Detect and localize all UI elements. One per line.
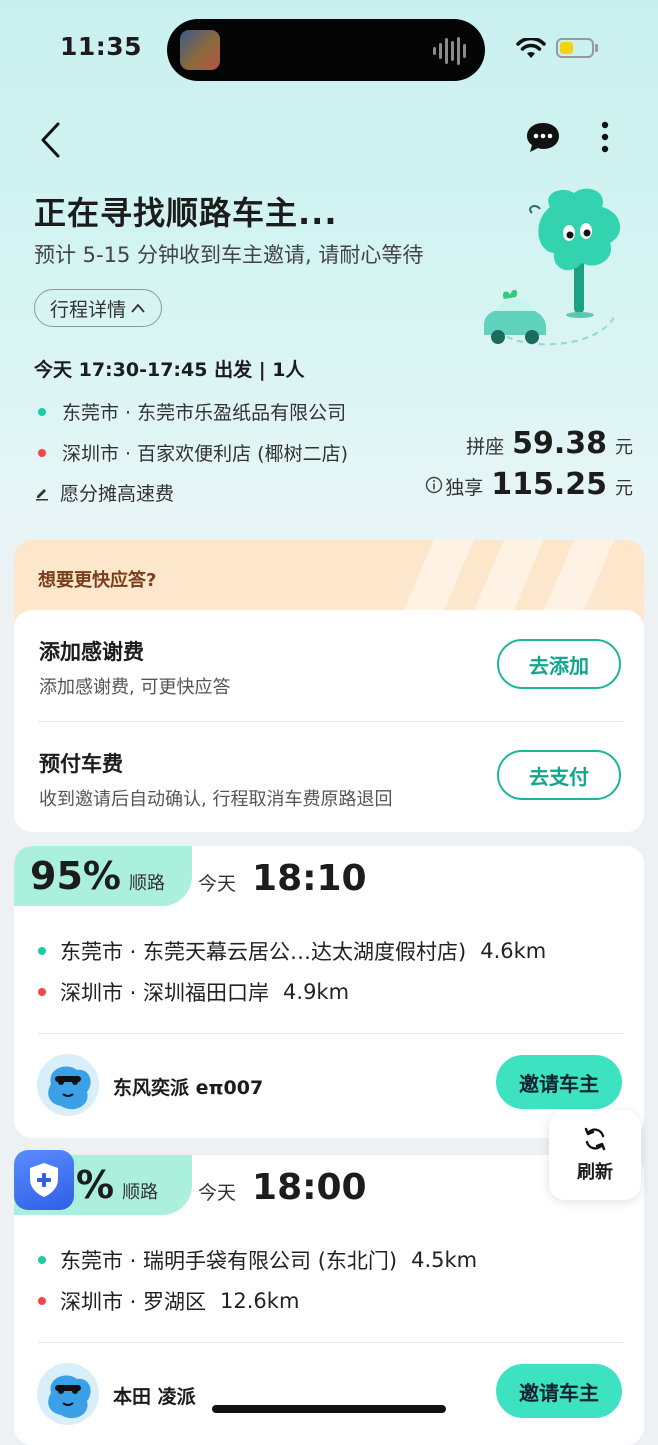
chevron-up-icon xyxy=(131,303,145,313)
exclusive-price-unit: 元 xyxy=(615,478,633,499)
trip-origin: 东莞市 · 东莞天幕云居公…达太湖度假村店) 4.6km xyxy=(38,936,546,966)
destination-dot-icon xyxy=(38,988,46,996)
trip-day: 今天 xyxy=(198,873,237,895)
trip-origin-distance: 4.6km xyxy=(480,939,547,963)
exclusive-price-row[interactable]: 独享 115.25 元 xyxy=(425,467,633,502)
trip-origin-text: 东莞市 · 东莞天幕云居公…达太湖度假村店) xyxy=(60,940,467,964)
faster-response-card: 想要更快应答? 添加感谢费 添加感谢费, 可更快应答 去添加 预付车费 收到邀请… xyxy=(14,540,644,832)
wait-estimate: 预计 5-15 分钟收到车主邀请, 请耐心等待 xyxy=(34,243,424,267)
home-indicator[interactable] xyxy=(212,1405,446,1413)
destination-dot-icon xyxy=(38,1297,46,1305)
trip-destination-distance: 4.9km xyxy=(283,980,350,1004)
match-label: 顺路 xyxy=(128,873,165,894)
shared-price-label: 拼座 xyxy=(466,436,505,458)
wifi-icon xyxy=(516,38,546,58)
origin-dot-icon xyxy=(38,407,46,416)
shield-plus-icon xyxy=(30,1163,58,1197)
trip-destination: 深圳市 · 罗湖区 12.6km xyxy=(38,1286,299,1316)
origin-line: 东莞市 · 东莞市乐盈纸品有限公司 xyxy=(38,398,346,425)
refresh-label: 刷新 xyxy=(577,1162,613,1183)
origin-dot-icon xyxy=(38,1256,46,1264)
prepay-title: 预付车费 xyxy=(39,752,123,776)
driver-trip-card[interactable]: 95% 顺路 今天 18:10 东莞市 · 东莞天幕云居公…达太湖度假村店) 4… xyxy=(14,846,644,1138)
prepay-button[interactable]: 去支付 xyxy=(497,750,621,800)
refresh-icon xyxy=(584,1127,606,1151)
exclusive-price-label: 独享 xyxy=(445,477,484,499)
prepay-desc: 收到邀请后自动确认, 行程取消车费原路退回 xyxy=(39,789,393,810)
status-time: 11:35 xyxy=(60,32,143,61)
destination-dot-icon xyxy=(38,448,46,457)
trip-detail-label: 行程详情 xyxy=(49,298,126,321)
trip-time: 18:10 xyxy=(252,858,367,899)
trip-destination-distance: 12.6km xyxy=(220,1289,300,1313)
trip-detail-button[interactable]: 行程详情 xyxy=(34,289,162,327)
driver-avatar[interactable] xyxy=(37,1054,99,1116)
chat-icon[interactable] xyxy=(524,120,562,156)
mascot-illustration xyxy=(484,188,621,346)
driver-name: 东风奕派 eπ007 xyxy=(113,1077,264,1099)
destination-line: 深圳市 · 百家欢便利店 (椰树二店) xyxy=(38,439,348,466)
tip-desc: 添加感谢费, 可更快应答 xyxy=(39,677,231,698)
departure-info: 今天 17:30-17:45 出发 | 1人 xyxy=(34,359,305,381)
destination-text: 深圳市 · 百家欢便利店 (椰树二店) xyxy=(62,443,348,465)
page-title: 正在寻找顺路车主... xyxy=(34,194,338,232)
promo-options: 添加感谢费 添加感谢费, 可更快应答 去添加 预付车费 收到邀请后自动确认, 行… xyxy=(14,610,644,832)
divider xyxy=(38,1033,623,1034)
match-label: 顺路 xyxy=(122,1182,159,1203)
match-percent: 95% xyxy=(30,854,121,898)
divider xyxy=(38,1342,623,1343)
match-badge: 95% 顺路 xyxy=(14,846,192,906)
back-arrow-icon[interactable] xyxy=(38,120,64,160)
invite-driver-button[interactable]: 邀请车主 xyxy=(496,1055,622,1109)
audio-wave-icon xyxy=(433,47,436,55)
match-percent: % xyxy=(76,1163,115,1207)
more-options-icon[interactable] xyxy=(598,120,612,154)
origin-dot-icon xyxy=(38,947,46,955)
chevron-decoration xyxy=(404,540,614,610)
exclusive-price-value: 115.25 xyxy=(491,467,607,502)
now-playing-artwork xyxy=(180,30,220,70)
origin-text: 东莞市 · 东莞市乐盈纸品有限公司 xyxy=(62,402,347,424)
promo-heading: 想要更快应答? xyxy=(38,570,157,591)
divider xyxy=(38,721,623,722)
pen-icon xyxy=(36,488,48,500)
shared-price-unit: 元 xyxy=(615,437,633,458)
toll-note-line: 愿分摊高速费 xyxy=(34,479,174,506)
safety-shield-button[interactable] xyxy=(14,1150,74,1210)
toll-note-text: 愿分摊高速费 xyxy=(60,483,175,505)
dynamic-island[interactable] xyxy=(167,19,485,81)
refresh-button[interactable]: 刷新 xyxy=(549,1110,641,1200)
trip-destination-text: 深圳市 · 罗湖区 xyxy=(60,1290,207,1314)
driver-avatar[interactable] xyxy=(37,1363,99,1425)
trip-destination-text: 深圳市 · 深圳福田口岸 xyxy=(60,981,270,1005)
shared-price-value: 59.38 xyxy=(512,426,607,461)
info-icon[interactable] xyxy=(425,476,443,494)
tip-title: 添加感谢费 xyxy=(39,640,144,664)
add-tip-button[interactable]: 去添加 xyxy=(497,639,621,689)
trip-day: 今天 xyxy=(198,1182,237,1204)
trip-origin-text: 东莞市 · 瑞明手袋有限公司 (东北门) xyxy=(60,1249,398,1273)
battery-icon xyxy=(556,38,594,58)
trip-destination: 深圳市 · 深圳福田口岸 4.9km xyxy=(38,977,349,1007)
trip-origin-distance: 4.5km xyxy=(411,1248,478,1272)
trip-origin: 东莞市 · 瑞明手袋有限公司 (东北门) 4.5km xyxy=(38,1245,477,1275)
driver-name: 本田 凌派 xyxy=(113,1386,196,1408)
trip-time: 18:00 xyxy=(252,1167,367,1208)
driver-trip-card[interactable]: % 顺路 今天 18:00 东莞市 · 瑞明手袋有限公司 (东北门) 4.5km… xyxy=(14,1155,644,1445)
invite-driver-button[interactable]: 邀请车主 xyxy=(496,1364,622,1418)
shared-price-row: 拼座 59.38 元 xyxy=(466,426,633,461)
